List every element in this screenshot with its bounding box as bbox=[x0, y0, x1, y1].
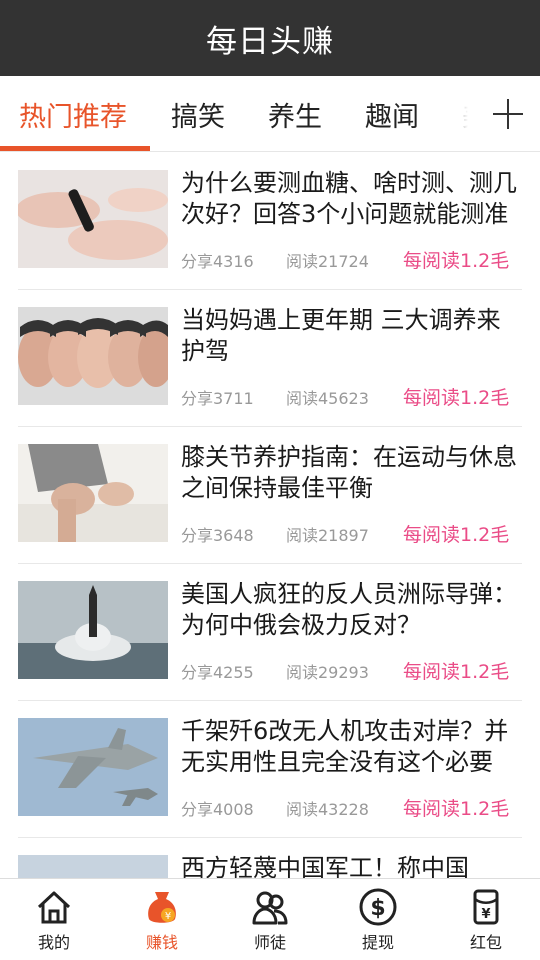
nav-label: 提现 bbox=[361, 933, 394, 952]
share-count: 分享3648 bbox=[181, 526, 254, 545]
svg-text:¥: ¥ bbox=[481, 907, 490, 922]
red-envelope-icon: ¥ bbox=[466, 887, 506, 927]
tab-hot[interactable]: 热门推荐 bbox=[19, 76, 127, 152]
article-thumbnail bbox=[18, 444, 168, 542]
article-title[interactable]: 为什么要测血糖、啥时测、测几次好？回答3个小问题就能测准 bbox=[181, 168, 522, 230]
article-item[interactable]: 美国人疯狂的反人员洲际导弹：为何中俄会极力反对？ 分享4255 阅读29293 … bbox=[18, 563, 522, 701]
nav-red-envelope[interactable]: ¥ 红包 bbox=[432, 879, 540, 960]
read-count: 阅读29293 bbox=[286, 663, 369, 682]
read-count: 阅读45623 bbox=[286, 389, 369, 408]
nav-label: 师徒 bbox=[253, 933, 286, 952]
nav-withdraw[interactable]: $ 提现 bbox=[324, 879, 432, 960]
article-item[interactable]: 西方轻蔑中国军工！称中国 bbox=[18, 837, 522, 878]
reward-rate: 每阅读1.2毛 bbox=[403, 798, 510, 820]
article-thumbnail bbox=[18, 718, 168, 816]
home-icon bbox=[34, 887, 74, 927]
dollar-coin-icon: $ bbox=[358, 887, 398, 927]
svg-text:$: $ bbox=[370, 896, 385, 921]
nav-mentor[interactable]: 师徒 bbox=[216, 879, 324, 960]
app-title-bar: 每日头赚 bbox=[0, 0, 540, 76]
tab-health[interactable]: 养生 bbox=[268, 76, 322, 152]
svg-text:¥: ¥ bbox=[165, 911, 171, 922]
reward-rate: 每阅读1.2毛 bbox=[403, 661, 510, 683]
add-category-icon[interactable] bbox=[488, 92, 528, 136]
article-title[interactable]: 膝关节养护指南：在运动与休息之间保持最佳平衡 bbox=[181, 442, 522, 504]
reward-rate: 每阅读1.2毛 bbox=[403, 250, 510, 272]
article-thumbnail bbox=[18, 855, 168, 878]
article-title[interactable]: 千架歼6改无人机攻击对岸？并无实用性且完全没有这个必要 bbox=[181, 716, 522, 778]
article-thumbnail bbox=[18, 170, 168, 268]
money-bag-icon: ¥ bbox=[142, 887, 182, 927]
share-count: 分享4008 bbox=[181, 800, 254, 819]
article-thumbnail bbox=[18, 307, 168, 405]
nav-mine[interactable]: 我的 bbox=[0, 879, 108, 960]
article-title[interactable]: 西方轻蔑中国军工！称中国 bbox=[181, 853, 522, 878]
people-icon bbox=[250, 887, 290, 927]
active-tab-indicator bbox=[0, 146, 150, 151]
read-count: 阅读21897 bbox=[286, 526, 369, 545]
nav-label: 红包 bbox=[469, 933, 502, 952]
share-count: 分享3711 bbox=[181, 389, 254, 408]
share-count: 分享4316 bbox=[181, 252, 254, 271]
reward-rate: 每阅读1.2毛 bbox=[403, 387, 510, 409]
bottom-navigation: 我的 ¥ 赚钱 师徒 $ 提现 ¥ 红包 bbox=[0, 878, 540, 960]
nav-label: 赚钱 bbox=[145, 933, 178, 952]
article-feed[interactable]: 为什么要测血糖、啥时测、测几次好？回答3个小问题就能测准 分享4316 阅读21… bbox=[0, 152, 540, 878]
app-title: 每日头赚 bbox=[206, 23, 334, 60]
article-title[interactable]: 美国人疯狂的反人员洲际导弹：为何中俄会极力反对？ bbox=[181, 579, 522, 641]
app-screen: 每日头赚 热门推荐 搞笑 养生 趣闻 美 为什么要测血糖、啥时测、测几次好？回答… bbox=[0, 0, 540, 960]
reward-rate: 每阅读1.2毛 bbox=[403, 524, 510, 546]
read-count: 阅读21724 bbox=[286, 252, 369, 271]
article-item[interactable]: 膝关节养护指南：在运动与休息之间保持最佳平衡 分享3648 阅读21897 每阅… bbox=[18, 426, 522, 564]
tab-trivia[interactable]: 趣闻 bbox=[365, 76, 419, 152]
article-thumbnail bbox=[18, 581, 168, 679]
nav-label: 我的 bbox=[37, 933, 70, 952]
article-item[interactable]: 千架歼6改无人机攻击对岸？并无实用性且完全没有这个必要 分享4008 阅读432… bbox=[18, 700, 522, 838]
share-count: 分享4255 bbox=[181, 663, 254, 682]
read-count: 阅读43228 bbox=[286, 800, 369, 819]
article-title[interactable]: 当妈妈遇上更年期 三大调养来护驾 bbox=[181, 305, 522, 367]
tab-funny[interactable]: 搞笑 bbox=[171, 76, 225, 152]
article-item[interactable]: 为什么要测血糖、啥时测、测几次好？回答3个小问题就能测准 分享4316 阅读21… bbox=[18, 152, 522, 290]
nav-earn[interactable]: ¥ 赚钱 bbox=[108, 879, 216, 960]
article-item[interactable]: 当妈妈遇上更年期 三大调养来护驾 分享3711 阅读45623 每阅读1.2毛 bbox=[18, 289, 522, 427]
